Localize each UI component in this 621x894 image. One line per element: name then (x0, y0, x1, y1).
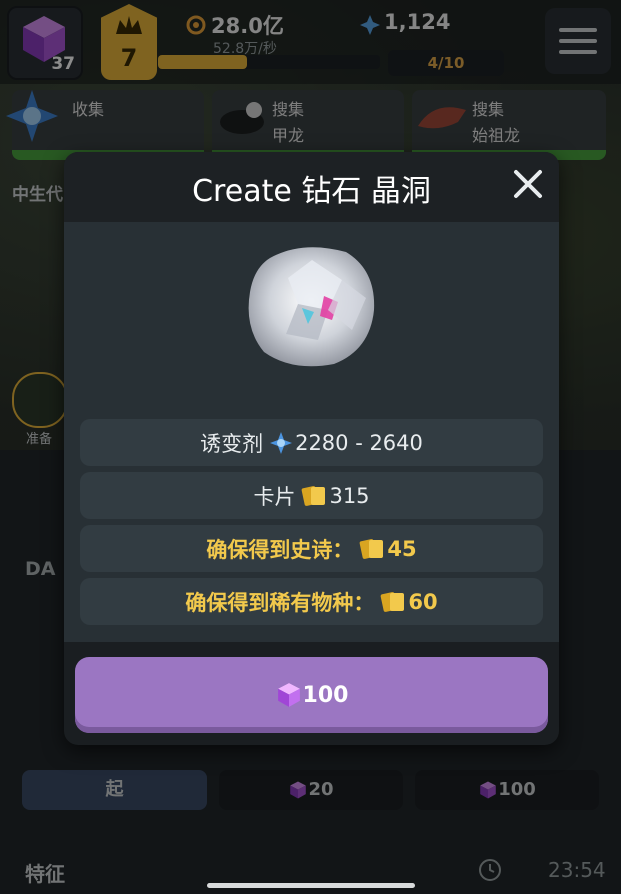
cards-row: 卡片 315 (80, 472, 543, 519)
home-indicator (207, 883, 415, 888)
row-value: 2280 - 2640 (295, 430, 423, 455)
row-label: 确保得到稀有物种： (185, 590, 375, 615)
modal-title: Create 钻石 晶洞 (192, 174, 431, 209)
row-value: 60 (408, 589, 438, 614)
row-value: 45 (387, 536, 417, 561)
create-cost: 100 (302, 682, 349, 708)
purple-cube-icon (277, 683, 300, 707)
row-label: 诱变剂 (200, 431, 264, 456)
row-value: 315 (329, 483, 370, 508)
epic-guarantee-row: 确保得到史诗： 45 (80, 525, 543, 572)
mutagen-icon (270, 431, 293, 454)
close-icon (514, 170, 542, 198)
cards-icon (302, 485, 326, 506)
diamond-geode-icon (248, 247, 375, 367)
mutagen-row: 诱变剂 2280 - 2640 (80, 419, 543, 466)
row-label: 确保得到史诗： (206, 537, 354, 562)
create-modal: Create 钻石 晶洞 诱变剂 2280 - 2640 卡片 315 确保得到… (64, 152, 559, 745)
cards-icon (360, 538, 384, 559)
cards-icon (381, 591, 405, 612)
create-button[interactable]: 100 (75, 657, 548, 733)
row-label: 卡片 (253, 484, 296, 509)
rare-guarantee-row: 确保得到稀有物种： 60 (80, 578, 543, 625)
close-button[interactable] (510, 166, 546, 202)
modal-header: Create 钻石 晶洞 (64, 152, 559, 222)
